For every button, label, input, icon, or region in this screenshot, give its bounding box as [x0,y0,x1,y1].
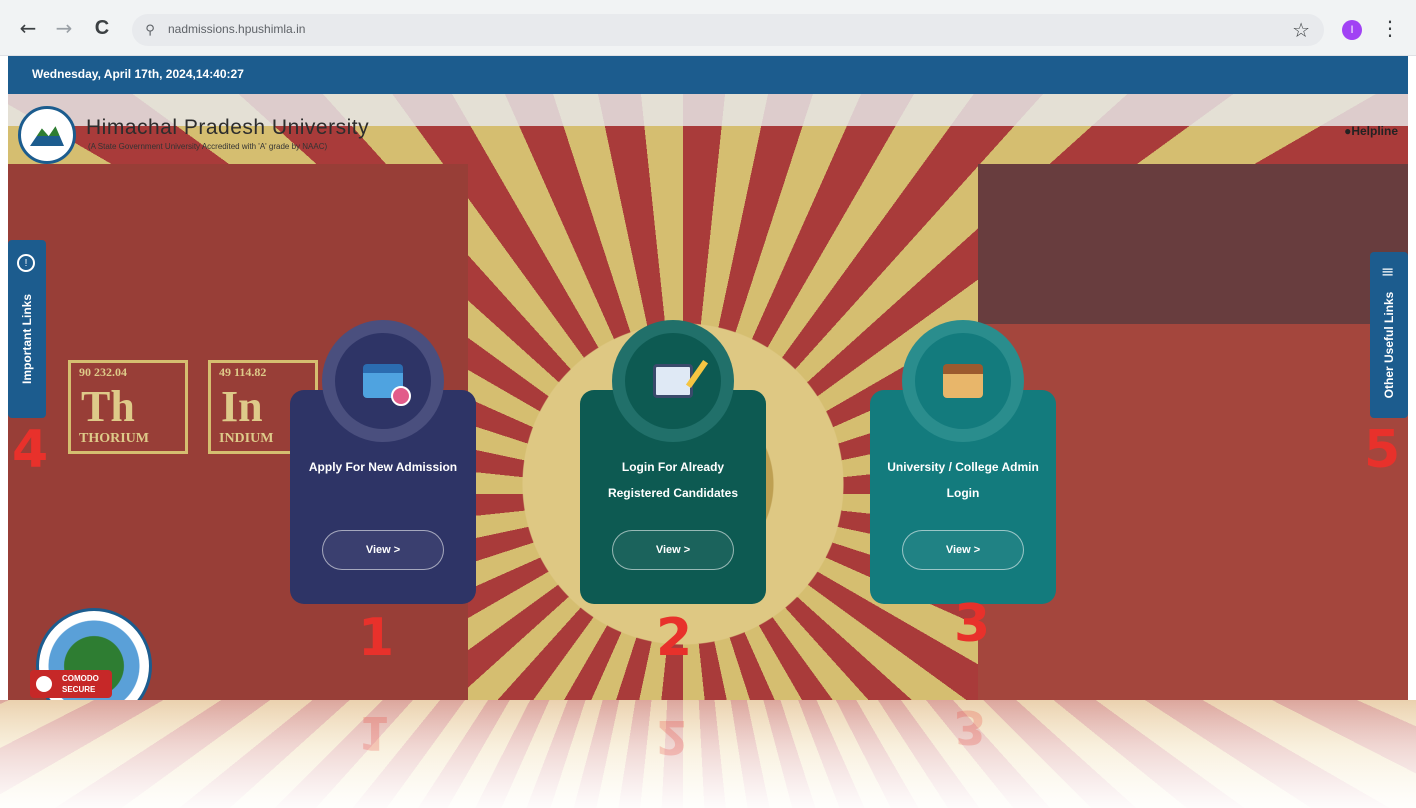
address-bar[interactable]: ⚲ nadmissions.hpushimla.in ☆ [132,14,1324,46]
annotation-3: 3 [954,594,991,654]
important-links-tab[interactable]: ! Important Links [8,240,46,418]
date-bar: Wednesday, April 17th, 2024,14:40:27 [8,56,1408,94]
university-name: Himachal Pradesh University [86,116,370,139]
site-info-icon[interactable]: ⚲ [140,20,160,40]
hero-background: 90 232.04 Th THORIUM 49 114.82 In INDIUM… [8,94,1408,700]
registered-login-card[interactable]: Login For Already Registered Candidates … [580,320,766,604]
other-useful-links-tab[interactable]: ≡ Other Useful Links [1370,252,1408,418]
page-reflection: 1 2 3 [0,700,1416,808]
menu-lines-icon: ≡ [1381,262,1395,281]
browser-menu-icon[interactable]: ⋮ [1380,16,1400,40]
info-icon: ! [17,254,35,272]
current-datetime: Wednesday, April 17th, 2024,14:40:27 [32,67,244,81]
admin-view-button[interactable]: View > [902,530,1024,570]
profile-avatar[interactable]: I [1342,20,1362,40]
reload-button[interactable]: C [88,14,116,42]
annotation-1-reflection: 1 [358,706,391,760]
annotation-4: 4 [12,420,49,480]
calendar-icon [363,364,411,406]
card-title: Login For Already Registered Candidates [607,460,739,500]
building-icon [943,364,983,398]
card-title: Apply For New Admission [308,460,458,474]
comodo-secure-badge[interactable]: COMODO SECURE [30,670,112,698]
annotation-3-reflection: 3 [954,700,987,754]
login-view-button[interactable]: View > [612,530,734,570]
annotation-1: 1 [358,608,395,668]
university-logo[interactable] [18,106,76,164]
annotation-5: 5 [1364,420,1401,480]
back-button[interactable]: ← [14,14,42,42]
annotation-2-reflection: 2 [656,710,689,764]
university-subtitle: (A State Government University Accredite… [88,142,328,151]
forward-button[interactable]: → [50,14,78,42]
helpline-link[interactable]: ●Helpline [1344,124,1398,138]
annotation-2: 2 [656,608,693,668]
important-links-label: Important Links [20,293,34,385]
url-text[interactable]: nadmissions.hpushimla.in [168,22,305,36]
admin-login-card[interactable]: University / College Admin Login View > [870,320,1056,604]
comodo-icon [32,672,56,696]
logo-mountain-icon [30,126,64,146]
browser-toolbar: ← → C ⚲ nadmissions.hpushimla.in ☆ I ⋮ [0,0,1416,56]
form-icon [653,364,693,398]
bookmark-star-icon[interactable]: ☆ [1292,18,1310,42]
apply-view-button[interactable]: View > [322,530,444,570]
other-useful-links-label: Other Useful Links [1382,291,1396,399]
card-title: University / College Admin Login [887,460,1039,500]
apply-new-admission-card[interactable]: Apply For New Admission View > [290,320,476,604]
